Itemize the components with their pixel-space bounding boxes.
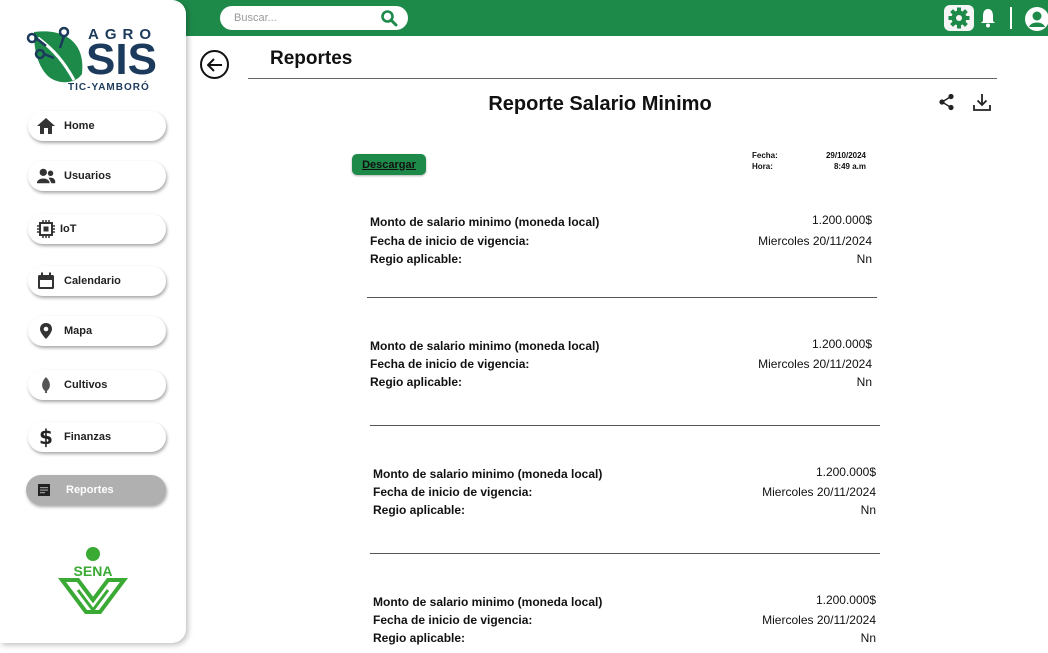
report-record: Monto de salario minimo (moneda local) 1… bbox=[370, 213, 872, 273]
time-label: Hora: bbox=[752, 162, 773, 171]
sidebar-item-label: Home bbox=[64, 120, 95, 132]
bell-icon[interactable] bbox=[979, 8, 997, 28]
sidebar-item-label: Calendario bbox=[64, 275, 121, 287]
brand-sub-text: TIC-YAMBORÓ bbox=[68, 82, 150, 93]
report-record: Monto de salario minimo (moneda local) 1… bbox=[373, 465, 876, 525]
sidebar-item-cultivos[interactable]: Cultivos bbox=[28, 370, 166, 400]
user-avatar-icon[interactable] bbox=[1024, 6, 1048, 32]
record-label-region: Regio aplicable: bbox=[370, 375, 463, 389]
topbar-divider bbox=[1010, 7, 1012, 29]
record-value-start-date: Miercoles 20/11/2024 bbox=[762, 613, 876, 627]
record-divider bbox=[370, 553, 880, 554]
record-label-region: Regio aplicable: bbox=[373, 503, 466, 517]
record-label-amount: Monto de salario minimo (moneda local) bbox=[370, 215, 600, 229]
record-label-start-date: Fecha de inicio de vigencia: bbox=[373, 613, 533, 627]
share-icon[interactable] bbox=[938, 93, 956, 111]
record-divider bbox=[370, 425, 880, 426]
settings-button[interactable] bbox=[944, 5, 974, 31]
date-label: Fecha: bbox=[752, 151, 778, 160]
report-record: Monto de salario minimo (moneda local) 1… bbox=[370, 337, 872, 397]
sidebar-item-reportes[interactable]: Reportes bbox=[26, 475, 166, 505]
sidebar-item-mapa[interactable]: Mapa bbox=[28, 316, 166, 346]
back-button[interactable] bbox=[200, 50, 229, 79]
record-value-region: Nn bbox=[856, 375, 872, 389]
record-value-region: Nn bbox=[860, 631, 876, 645]
calendar-icon bbox=[36, 271, 56, 291]
search-input[interactable] bbox=[234, 10, 374, 26]
sidebar-item-finanzas[interactable]: $ Finanzas bbox=[28, 422, 166, 452]
sidebar-item-label: Reportes bbox=[66, 484, 114, 496]
report-icon bbox=[34, 480, 54, 500]
sidebar-item-home[interactable]: Home bbox=[28, 111, 166, 141]
report-record: Monto de salario minimo (moneda local) 1… bbox=[373, 593, 876, 653]
sidebar-item-label: Usuarios bbox=[64, 170, 112, 182]
arrow-left-icon bbox=[206, 57, 222, 72]
sidebar-item-calendario[interactable]: Calendario bbox=[28, 266, 166, 296]
date-value: 29/10/2024 bbox=[825, 151, 866, 160]
record-label-start-date: Fecha de inicio de vigencia: bbox=[370, 234, 530, 248]
search-box[interactable] bbox=[220, 6, 408, 30]
search-icon[interactable] bbox=[380, 9, 398, 27]
record-label-amount: Monto de salario minimo (moneda local) bbox=[373, 595, 603, 609]
time-value: 8:49 a.m bbox=[833, 162, 866, 171]
record-value-region: Nn bbox=[860, 503, 876, 517]
record-divider bbox=[367, 297, 877, 298]
download-button[interactable]: Descargar bbox=[352, 154, 426, 175]
download-icon[interactable] bbox=[972, 92, 992, 112]
sidebar: AGRO SIS TIC-YAMBORÓ Home Usuarios IoT C… bbox=[0, 0, 186, 643]
map-pin-icon bbox=[36, 321, 56, 341]
gear-icon bbox=[948, 7, 970, 29]
record-value-start-date: Miercoles 20/11/2024 bbox=[758, 357, 872, 371]
record-value-amount: 1.200.000$ bbox=[811, 213, 872, 227]
record-value-amount: 1.200.000$ bbox=[815, 593, 876, 607]
record-label-region: Regio aplicable: bbox=[373, 631, 466, 645]
record-label-amount: Monto de salario minimo (moneda local) bbox=[373, 467, 603, 481]
record-value-region: Nn bbox=[856, 252, 872, 266]
sidebar-item-label: Mapa bbox=[64, 325, 93, 337]
title-divider bbox=[248, 78, 997, 79]
sidebar-item-usuarios[interactable]: Usuarios bbox=[28, 161, 166, 191]
record-value-start-date: Miercoles 20/11/2024 bbox=[762, 485, 876, 499]
leaf-circuit-logo-icon bbox=[26, 26, 83, 83]
brand-main-text: SIS bbox=[86, 35, 157, 84]
chip-icon bbox=[36, 219, 56, 239]
report-title: Reporte Salario Minimo bbox=[488, 93, 712, 115]
users-icon bbox=[36, 166, 56, 186]
sidebar-item-iot[interactable]: IoT bbox=[28, 214, 166, 244]
record-label-start-date: Fecha de inicio de vigencia: bbox=[373, 485, 533, 499]
record-value-amount: 1.200.000$ bbox=[815, 465, 876, 479]
sidebar-item-label: Cultivos bbox=[64, 379, 108, 391]
record-label-region: Regio aplicable: bbox=[370, 252, 463, 266]
page-title: Reportes bbox=[270, 48, 353, 69]
record-value-start-date: Miercoles 20/11/2024 bbox=[758, 234, 872, 248]
agrosis-logo: AGRO SIS TIC-YAMBORÓ bbox=[24, 24, 160, 96]
sidebar-item-label: IoT bbox=[60, 223, 77, 235]
record-value-amount: 1.200.000$ bbox=[811, 337, 872, 351]
leaf-icon bbox=[36, 375, 56, 395]
home-icon bbox=[36, 116, 56, 136]
sena-label: SENA bbox=[74, 563, 113, 579]
record-label-amount: Monto de salario minimo (moneda local) bbox=[370, 339, 600, 353]
dollar-icon: $ bbox=[39, 425, 53, 449]
sena-logo-icon: SENA bbox=[58, 547, 128, 614]
sidebar-item-label: Finanzas bbox=[64, 431, 112, 443]
record-label-start-date: Fecha de inicio de vigencia: bbox=[370, 357, 530, 371]
